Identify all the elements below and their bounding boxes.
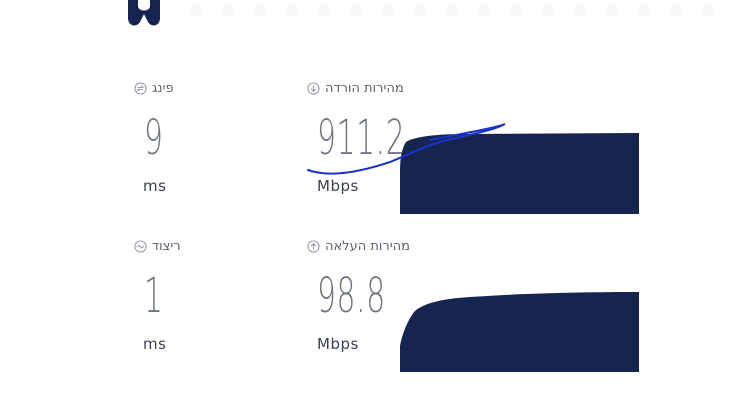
speedtest-results: פינג 9 ms מהירות הורדה 911.2 Mbps ריצוד … — [0, 0, 747, 418]
ping-value: 9 — [144, 110, 164, 166]
upload-value: 98.8 — [317, 268, 386, 324]
redaction-block-upload — [400, 292, 639, 372]
jitter-value: 1 — [144, 268, 164, 324]
download-header: מהירות הורדה — [307, 81, 404, 96]
jitter-label: ריצוד — [152, 239, 181, 254]
jitter-icon — [134, 240, 147, 253]
ping-header: פינג — [134, 81, 174, 96]
upload-label: מהירות העלאה — [325, 239, 410, 254]
jitter-header: ריצוד — [134, 239, 181, 254]
ping-icon — [134, 82, 147, 95]
site-logo[interactable] — [126, 0, 162, 28]
ping-label: פינג — [152, 81, 174, 96]
upload-arrow-icon — [307, 240, 320, 253]
download-label: מהירות הורדה — [325, 81, 404, 96]
jitter-unit: ms — [143, 335, 167, 353]
ping-unit: ms — [143, 177, 167, 195]
upload-unit: Mbps — [317, 335, 359, 353]
pen-scribble — [307, 123, 506, 175]
download-arrow-icon — [307, 82, 320, 95]
top-nav-faded — [180, 0, 747, 22]
upload-header: מהירות העלאה — [307, 239, 410, 254]
